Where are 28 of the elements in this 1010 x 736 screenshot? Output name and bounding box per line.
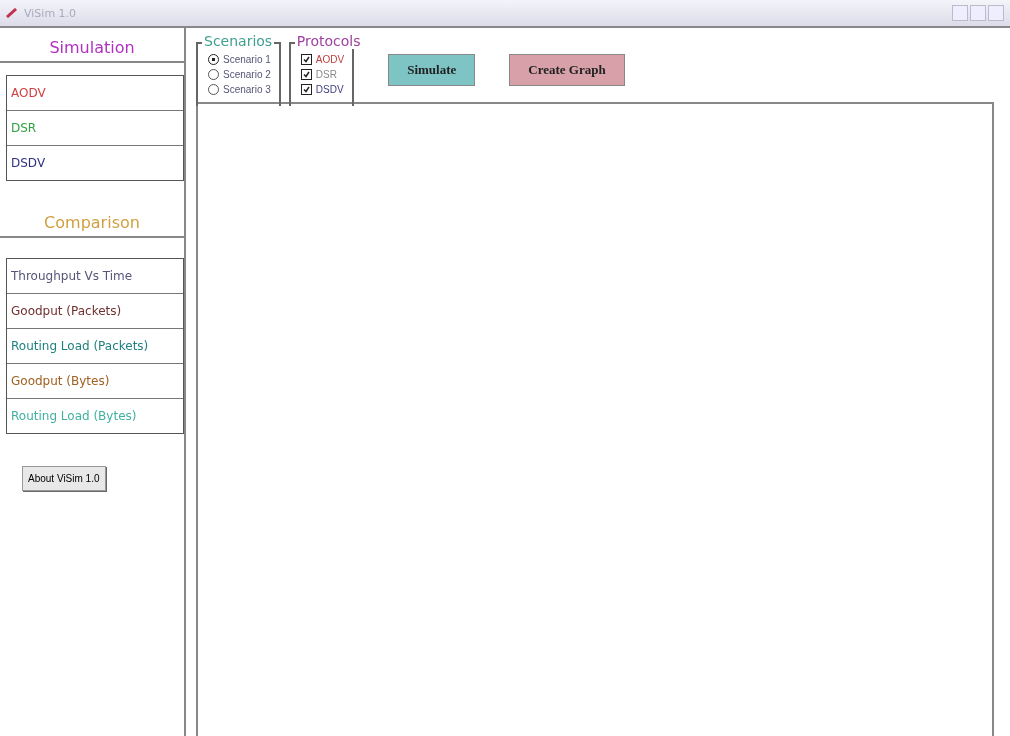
- section-heading: Comparison: [0, 203, 184, 238]
- radio-button[interactable]: [208, 84, 219, 95]
- group-title: Protocols: [294, 33, 363, 49]
- option-label: Scenario 2: [223, 69, 271, 80]
- graph-button[interactable]: Create Graph: [509, 54, 625, 86]
- simulate-button[interactable]: Simulate: [388, 54, 476, 86]
- radio-button[interactable]: [208, 54, 219, 65]
- menu-item[interactable]: DSR: [7, 111, 183, 146]
- menu-item[interactable]: Throughput Vs Time: [7, 259, 183, 294]
- section-heading: Simulation: [0, 28, 184, 63]
- menu-item[interactable]: DSDV: [7, 146, 183, 180]
- option-label: AODV: [315, 54, 345, 65]
- menu-item[interactable]: Goodput (Packets): [7, 294, 183, 329]
- menu-item[interactable]: AODV: [7, 76, 183, 111]
- option-label: Scenario 3: [223, 84, 271, 95]
- menu-item[interactable]: Goodput (Bytes): [7, 364, 183, 399]
- menu-item[interactable]: Routing Load (Packets): [7, 329, 183, 364]
- option-label: DSDV: [315, 84, 344, 95]
- checkbox[interactable]: [300, 84, 312, 95]
- window-title: ViSim 1.0: [24, 6, 77, 20]
- option-label: DSR: [315, 69, 337, 80]
- group-title: Scenarios: [202, 33, 275, 49]
- radio-button[interactable]: [208, 69, 219, 80]
- about-button[interactable]: About ViSim 1.0: [22, 466, 106, 491]
- checkbox[interactable]: [300, 54, 312, 65]
- pencil-icon: [6, 8, 18, 18]
- option-label: Scenario 1: [223, 54, 271, 65]
- checkbox[interactable]: [300, 69, 312, 80]
